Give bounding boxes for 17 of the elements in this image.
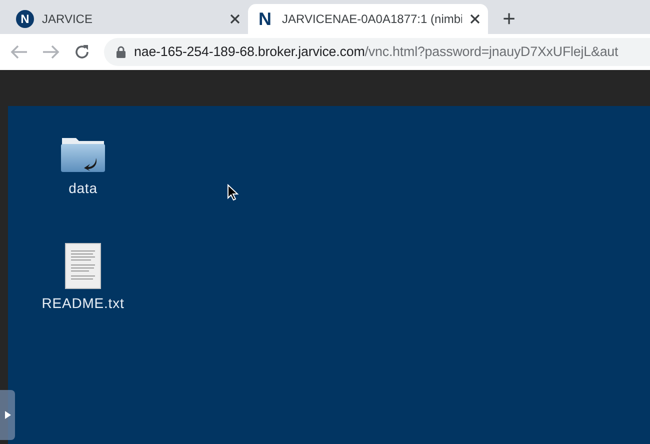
new-tab-button[interactable]: + (494, 4, 524, 34)
address-bar[interactable]: nae-165-254-189-68.broker.jarvice.com/vnc.html?password=jnauyD7XxUFlejL&aut (104, 38, 650, 66)
icon-label: README.txt (42, 294, 124, 313)
play-icon (4, 411, 10, 419)
favicon-icon: N (16, 10, 34, 28)
tab-title: JARVICENAE-0A0A1877:1 (nimbi (282, 11, 462, 28)
close-icon[interactable] (230, 14, 240, 24)
browser-tab[interactable]: N JARVICENAE-0A0A1877:1 (nimbi (248, 4, 488, 34)
control-bar-handle[interactable] (0, 390, 15, 440)
lock-icon (116, 46, 126, 58)
url-text: nae-165-254-189-68.broker.jarvice.com/vnc.html?password=jnauyD7XxUFlejL&aut (134, 42, 618, 61)
reload-icon[interactable] (74, 44, 90, 60)
icon-label: data (68, 179, 98, 198)
close-icon[interactable] (470, 14, 480, 24)
tab-title: JARVICE (42, 11, 94, 28)
folder-icon[interactable] (60, 136, 106, 174)
mouse-cursor-icon (227, 184, 239, 201)
